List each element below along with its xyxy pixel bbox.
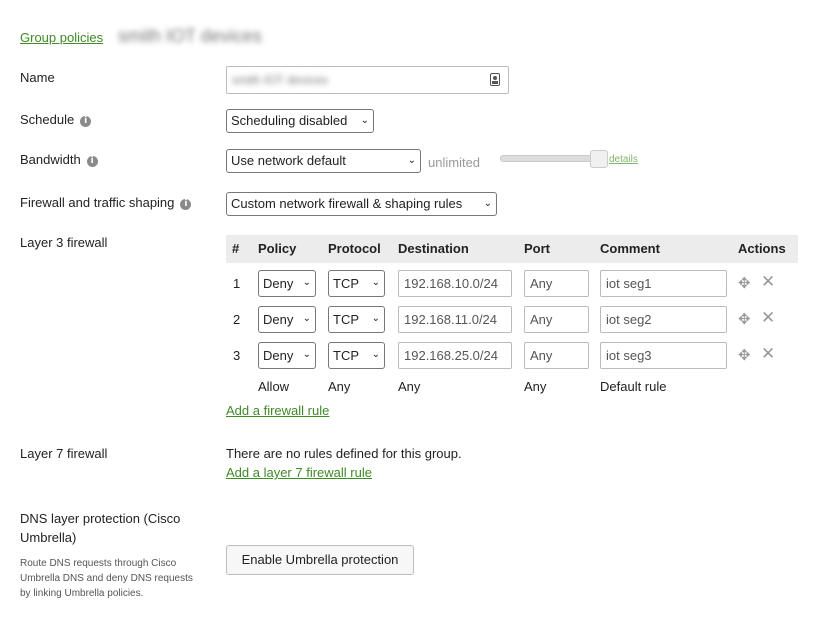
chevron-down-icon: ⌄: [371, 349, 380, 360]
delete-icon[interactable]: ✕: [761, 344, 775, 364]
comment-input[interactable]: iot seg1: [600, 270, 727, 297]
column-header-policy: Policy: [252, 235, 322, 263]
delete-icon[interactable]: ✕: [761, 308, 775, 328]
comment-input[interactable]: iot seg3: [600, 342, 727, 369]
name-input[interactable]: smith IOT devices: [226, 66, 509, 94]
firewall-shaping-select[interactable]: Custom network firewall & shaping rules ⌄: [226, 192, 497, 216]
policy-select[interactable]: Deny ⌄: [258, 342, 316, 369]
add-firewall-rule-link[interactable]: Add a firewall rule: [226, 403, 329, 418]
chevron-down-icon: ⌄: [371, 277, 380, 288]
chevron-down-icon: ⌄: [360, 115, 369, 126]
name-input-value: smith IOT devices: [232, 73, 328, 87]
firewall-shaping-select-value: Custom network firewall & shaping rules: [231, 196, 463, 211]
schedule-select-value: Scheduling disabled: [231, 113, 348, 128]
move-icon[interactable]: ✥: [738, 310, 751, 328]
firewall-shaping-label-text: Firewall and traffic shaping: [20, 195, 175, 210]
policy-select-value: Deny: [263, 312, 294, 327]
bandwidth-select-value: Use network default: [231, 153, 346, 168]
default-destination: Any: [398, 379, 421, 394]
dns-description: Route DNS requests through Cisco Umbrell…: [20, 558, 193, 599]
schedule-select[interactable]: Scheduling disabled ⌄: [226, 109, 374, 133]
rule-number: 1: [233, 276, 241, 291]
rule-number: 2: [233, 312, 241, 327]
page-title: smith IOT devices: [118, 26, 262, 46]
breadcrumb-group-policies-link[interactable]: Group policies: [20, 30, 103, 45]
move-icon[interactable]: ✥: [738, 346, 751, 364]
default-port: Any: [524, 379, 547, 394]
chevron-down-icon: ⌄: [407, 155, 416, 166]
chevron-down-icon: ⌄: [302, 349, 311, 360]
column-header-destination: Destination: [392, 235, 518, 263]
policy-select[interactable]: Deny ⌄: [258, 306, 316, 333]
port-input[interactable]: Any: [524, 342, 589, 369]
protocol-select-value: TCP: [333, 348, 359, 363]
column-header-port: Port: [518, 235, 594, 263]
bandwidth-select[interactable]: Use network default ⌄: [226, 149, 421, 173]
rule-number: 3: [233, 348, 241, 363]
destination-input[interactable]: 192.168.11.0/24: [398, 306, 512, 333]
column-header-number: #: [226, 235, 252, 263]
policy-select[interactable]: Deny ⌄: [258, 270, 316, 297]
layer3-label: Layer 3 firewall: [20, 235, 108, 250]
protocol-select-value: TCP: [333, 312, 359, 327]
policy-select-value: Deny: [263, 348, 294, 363]
info-icon[interactable]: i: [80, 116, 92, 127]
chevron-down-icon: ⌄: [483, 198, 492, 209]
protocol-select[interactable]: TCP ⌄: [328, 306, 385, 333]
default-policy: Allow: [258, 379, 290, 394]
bandwidth-label-text: Bandwidth: [20, 152, 81, 167]
column-header-protocol: Protocol: [322, 235, 392, 263]
schedule-label: Schedule i: [20, 112, 92, 127]
destination-input[interactable]: 192.168.25.0/24: [398, 342, 512, 369]
delete-icon[interactable]: ✕: [761, 272, 775, 292]
firewall-shaping-label: Firewall and traffic shaping i: [20, 195, 192, 210]
protocol-select[interactable]: TCP ⌄: [328, 270, 385, 297]
bandwidth-details-link[interactable]: details: [609, 154, 638, 165]
dns-label: DNS layer protection (Cisco Umbrella): [20, 511, 181, 545]
protocol-select-value: TCP: [333, 276, 359, 291]
layer7-empty-text: There are no rules defined for this grou…: [226, 446, 462, 461]
default-comment: Default rule: [600, 379, 667, 394]
policy-select-value: Deny: [263, 276, 294, 291]
chevron-down-icon: ⌄: [371, 313, 380, 324]
layer7-label: Layer 7 firewall: [20, 446, 108, 461]
info-icon[interactable]: i: [180, 199, 192, 210]
contact-card-icon[interactable]: [490, 73, 500, 86]
add-layer7-rule-link[interactable]: Add a layer 7 firewall rule: [226, 465, 372, 480]
port-input[interactable]: Any: [524, 270, 589, 297]
move-icon[interactable]: ✥: [738, 274, 751, 292]
bandwidth-label: Bandwidth i: [20, 152, 98, 167]
chevron-down-icon: ⌄: [302, 277, 311, 288]
bandwidth-slider-track[interactable]: [500, 155, 602, 162]
bandwidth-limit-text: unlimited: [428, 155, 481, 170]
default-protocol: Any: [328, 379, 351, 394]
protocol-select[interactable]: TCP ⌄: [328, 342, 385, 369]
column-header-comment: Comment: [594, 235, 732, 263]
comment-input[interactable]: iot seg2: [600, 306, 727, 333]
enable-umbrella-button[interactable]: Enable Umbrella protection: [226, 545, 414, 575]
column-header-actions: Actions: [732, 235, 798, 263]
schedule-label-text: Schedule: [20, 112, 75, 127]
info-icon[interactable]: i: [86, 156, 98, 167]
name-label: Name: [20, 70, 55, 85]
bandwidth-slider-handle[interactable]: [590, 150, 608, 168]
chevron-down-icon: ⌄: [302, 313, 311, 324]
port-input[interactable]: Any: [524, 306, 589, 333]
destination-input[interactable]: 192.168.10.0/24: [398, 270, 512, 297]
